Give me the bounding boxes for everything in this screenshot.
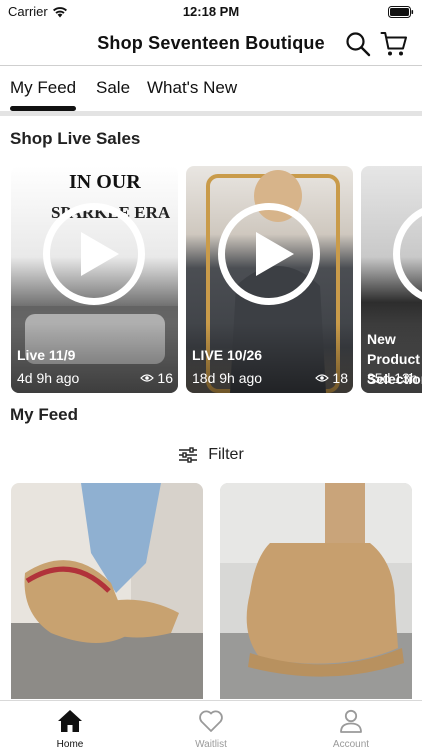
tabbar-label: Waitlist [195, 739, 227, 750]
filter-label: Filter [208, 446, 244, 463]
product-image [11, 483, 203, 699]
filter-sliders-icon [179, 447, 198, 463]
my-feed-title: My Feed [10, 405, 79, 424]
search-icon[interactable] [344, 30, 372, 58]
tabbar-label: Home [56, 739, 84, 750]
tab-sale[interactable]: Sale [96, 78, 130, 98]
live-card-ago: 4d 9h ago [17, 370, 80, 386]
live-card-ago: 18d 9h ago [192, 370, 263, 386]
live-card-title: Live 11/9 [17, 347, 76, 363]
person-icon [340, 709, 362, 733]
app-header: Shop Seventeen Boutique [0, 22, 422, 66]
tabbar-label: Account [332, 739, 370, 750]
eye-icon [140, 374, 155, 382]
live-sale-card[interactable]: IN OUR SPARKLE ERA Live 11/9 4d 9h ago 1… [11, 166, 178, 393]
feed-tabs: My Feed Sale What's New [0, 66, 422, 112]
eye-icon [315, 374, 330, 382]
feed-product-card[interactable] [11, 483, 203, 699]
tab-whats-new[interactable]: What's New [147, 78, 237, 98]
status-bar: Carrier 12:18 PM [0, 0, 422, 22]
bottom-tab-bar: Home Waitlist Account [0, 700, 422, 750]
product-image [220, 483, 412, 699]
live-card-views: 18 [315, 370, 348, 386]
home-icon [58, 710, 82, 732]
live-card-title: LIVE 10/26 [192, 347, 263, 363]
live-sale-card[interactable]: LIVE 10/26 18d 9h ago 18 [186, 166, 353, 393]
play-icon[interactable] [218, 203, 320, 305]
heart-icon [199, 710, 223, 732]
filter-button[interactable]: Filter [0, 443, 422, 467]
battery-icon [388, 5, 414, 23]
status-time: 12:18 PM [182, 4, 240, 19]
tabs-divider [0, 111, 422, 116]
svg-text:IN OUR: IN OUR [69, 171, 141, 193]
play-icon[interactable] [43, 203, 145, 305]
tab-my-feed[interactable]: My Feed [10, 78, 76, 98]
live-sales-title: Shop Live Sales [10, 129, 141, 148]
live-card-views: 16 [140, 370, 173, 386]
live-card-ago: 35d 13h ago [367, 370, 422, 386]
feed-product-card[interactable] [220, 483, 412, 699]
cart-icon[interactable] [380, 30, 408, 58]
live-sale-card[interactable]: New Product Selections 35d 13h ago [361, 166, 422, 393]
